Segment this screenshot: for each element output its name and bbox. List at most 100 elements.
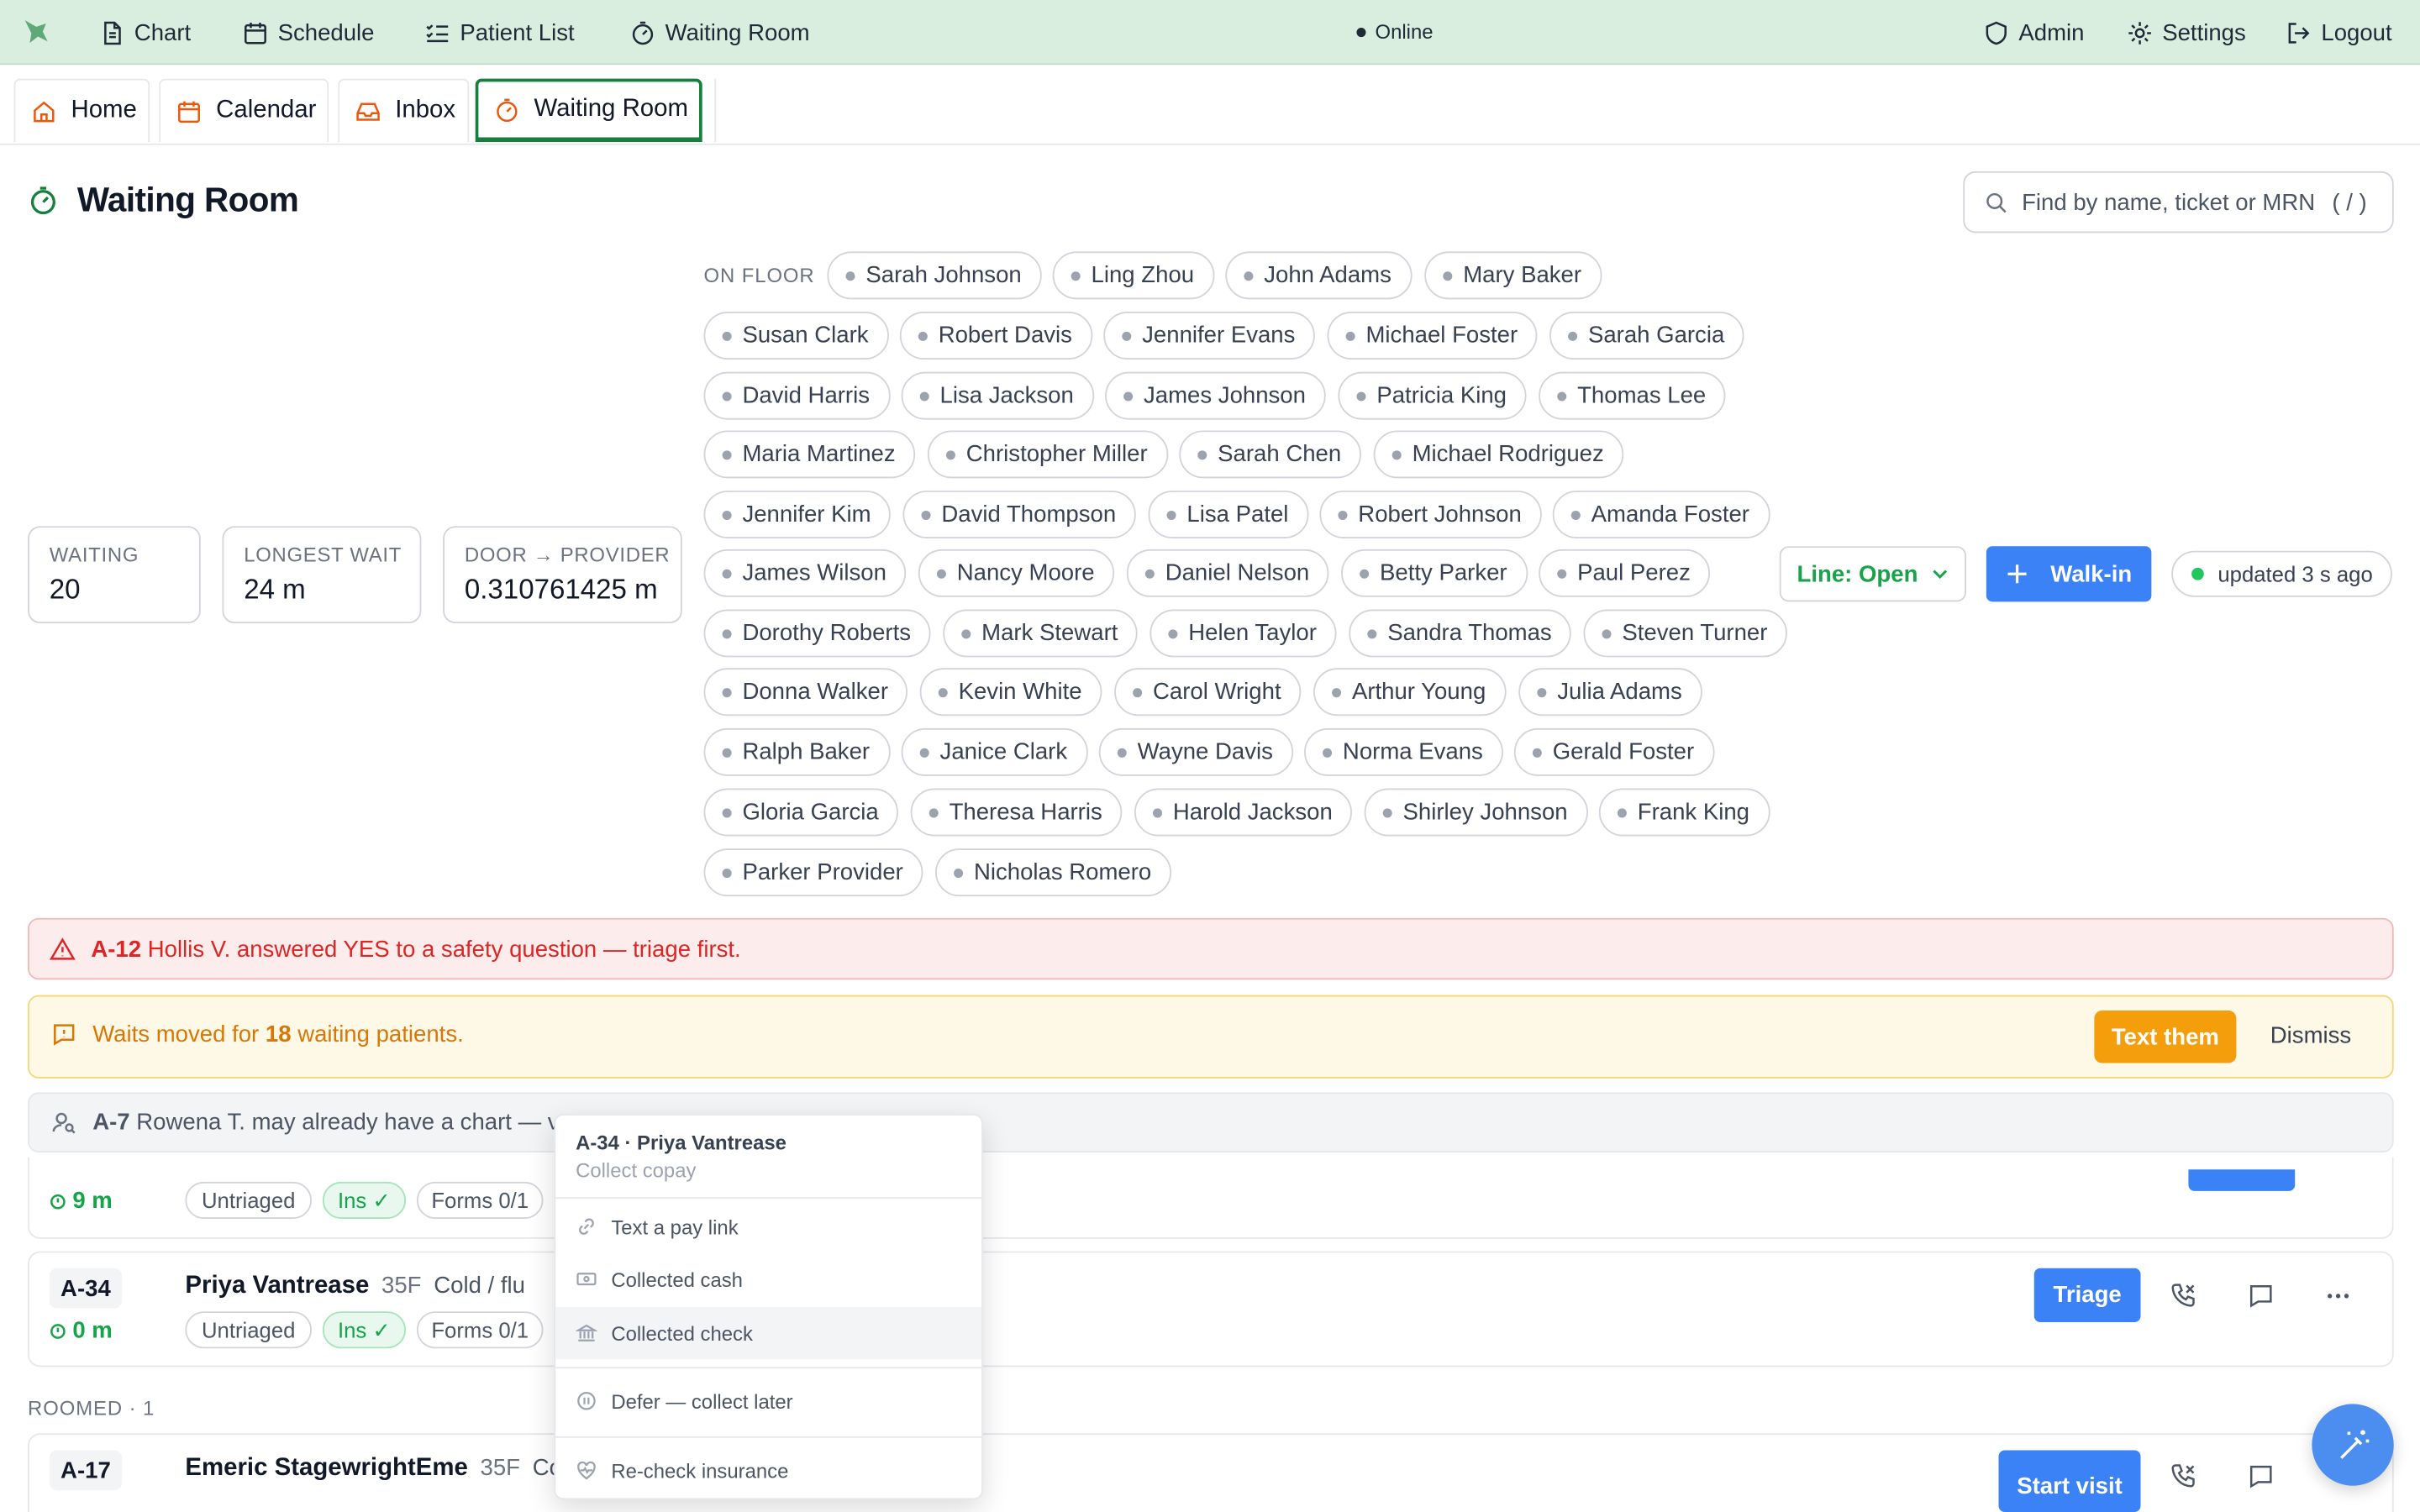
staff-chip[interactable]: James Johnson (1105, 371, 1326, 420)
app-logo-icon[interactable] (20, 15, 53, 46)
staff-chip[interactable]: David Thompson (902, 491, 1137, 539)
staff-chip[interactable]: Michael Foster (1327, 312, 1539, 360)
staff-chip[interactable]: Ralph Baker (703, 727, 890, 776)
nav-patient-list[interactable]: Patient List (424, 17, 575, 48)
staff-chip[interactable]: Jennifer Kim (703, 491, 892, 539)
staff-chip[interactable]: Christopher Miller (927, 430, 1168, 479)
staff-chip[interactable]: Lisa Patel (1148, 491, 1309, 539)
message-square-icon (54, 1024, 75, 1046)
nav-waiting-room[interactable]: Waiting Room (629, 17, 810, 48)
staff-chip[interactable]: Daniel Nelson (1126, 549, 1330, 597)
staff-chip[interactable]: Sarah Johnson (827, 251, 1042, 300)
staff-chip[interactable]: Norma Evans (1304, 727, 1503, 776)
staff-chip[interactable]: Janice Clark (901, 727, 1088, 776)
presence-dot (722, 568, 732, 578)
staff-chip[interactable]: Thomas Lee (1539, 371, 1727, 420)
presence-dot (945, 449, 955, 459)
staff-chip[interactable]: Maria Martinez (703, 430, 916, 479)
staff-chip[interactable]: Carol Wright (1114, 668, 1302, 717)
nav-settings[interactable]: Settings (2127, 17, 2246, 48)
nav-logout[interactable]: Logout (2286, 17, 2392, 48)
nav-schedule[interactable]: Schedule (242, 17, 375, 48)
staff-chip[interactable]: James Wilson (703, 549, 907, 597)
staff-chip[interactable]: Sandra Thomas (1349, 609, 1572, 658)
staff-chip[interactable]: John Adams (1225, 251, 1412, 300)
triage-button[interactable]: Triage (2033, 1268, 2141, 1323)
patient-name[interactable]: Priya Vantrease 35F Cold / flu (185, 1273, 525, 1300)
staff-chip[interactable]: Kevin White (919, 668, 1102, 717)
patient-name[interactable]: Emeric StagewrightEme 35F Col (185, 1455, 567, 1483)
staff-chip[interactable]: Mark Stewart (943, 609, 1139, 658)
queue-card[interactable]: 9 m Untriaged Ins ✓ Forms 0/1 (28, 1157, 2394, 1239)
menu-item-defer[interactable]: Defer — collect later (555, 1374, 981, 1426)
staff-chip[interactable]: Wayne Davis (1098, 727, 1293, 776)
tab-inbox[interactable]: Inbox (338, 78, 470, 142)
staff-chip[interactable]: Jennifer Evans (1103, 312, 1316, 360)
staff-chip[interactable]: Robert Davis (899, 312, 1092, 360)
phone-icon[interactable] (2170, 1282, 2197, 1310)
staff-chip[interactable]: Nancy Moore (918, 549, 1115, 597)
nav-chart[interactable]: Chart (99, 17, 191, 48)
staff-chip[interactable]: Theresa Harris (910, 788, 1123, 837)
action-button[interactable] (2188, 1169, 2296, 1191)
stat-door-to-provider: DOOR → PROVIDER 0.310761425 m (443, 526, 682, 624)
staff-chip[interactable]: David Harris (703, 371, 890, 420)
staff-chip[interactable]: Gloria Garcia (703, 788, 899, 837)
presence-dot (1532, 747, 1542, 757)
staff-chip[interactable]: Lisa Jackson (901, 371, 1094, 420)
menu-item-text-pay-link[interactable]: Text a pay link (555, 1200, 981, 1252)
staff-chip[interactable]: Nicholas Romero (935, 848, 1172, 897)
dismiss-button[interactable]: Dismiss (2270, 1023, 2351, 1049)
text-them-button[interactable]: Text them (2094, 1011, 2237, 1063)
menu-item-collected-check[interactable]: Collected check (555, 1306, 982, 1360)
staff-chip[interactable]: Harold Jackson (1134, 788, 1353, 837)
assistant-fab[interactable] (2312, 1404, 2394, 1486)
staff-chip[interactable]: Sarah Chen (1179, 430, 1362, 479)
staff-chip[interactable]: Julia Adams (1518, 668, 1702, 717)
on-floor-label: ON FLOOR (703, 264, 815, 287)
tab-home[interactable]: Home (13, 78, 150, 142)
staff-chip[interactable]: Dorothy Roberts (703, 609, 931, 658)
staff-chip[interactable]: Arthur Young (1313, 668, 1507, 717)
staff-chip[interactable]: Shirley Johnson (1364, 788, 1588, 837)
page-title-text: Waiting Room (76, 180, 299, 219)
staff-chip[interactable]: Michael Rodriguez (1373, 430, 1624, 479)
nav-admin[interactable]: Admin (1983, 17, 2085, 48)
line-status-dropdown[interactable]: Line: Open (1779, 546, 1966, 602)
waits-post: waiting patients. (297, 1021, 464, 1048)
staff-chip[interactable]: Mary Baker (1424, 251, 1602, 300)
staff-chip[interactable]: Helen Taylor (1150, 609, 1337, 658)
staff-chip[interactable]: Amanda Foster (1552, 491, 1770, 539)
staff-chip[interactable]: Robert Johnson (1319, 491, 1542, 539)
tab-waiting-room[interactable]: Waiting Room (475, 78, 702, 142)
staff-name: Betty Parker (1380, 559, 1507, 586)
staff-chip[interactable]: Paul Perez (1539, 549, 1711, 597)
staff-chip[interactable]: Ling Zhou (1052, 251, 1214, 300)
roomed-card[interactable]: A-17 Emeric StagewrightEme 35F Col Start v… (28, 1433, 2394, 1512)
start-visit-button[interactable]: Start visit (1998, 1450, 2141, 1512)
search-input[interactable]: Find by name, ticket or MRN ( / ) (1963, 171, 2394, 234)
staff-chip[interactable]: Patricia King (1338, 371, 1527, 420)
staff-chip[interactable]: Susan Clark (703, 312, 889, 360)
presence-dot (722, 391, 732, 401)
menu-item-collected-cash[interactable]: Collected cash (555, 1252, 981, 1305)
staff-chip[interactable]: Betty Parker (1341, 549, 1528, 597)
staff-chip[interactable]: Gerald Foster (1513, 727, 1715, 776)
staff-chip[interactable]: Frank King (1598, 788, 1770, 837)
staff-chip[interactable]: Parker Provider (703, 848, 923, 897)
staff-name: Dorothy Roberts (742, 620, 912, 647)
walk-in-button[interactable]: Walk-in (1986, 546, 2152, 602)
queue-card[interactable]: A-34 0 m Priya Vantrease 35F Cold / flu Un… (28, 1251, 2394, 1368)
staff-name: James Wilson (742, 559, 886, 586)
message-icon[interactable] (2247, 1462, 2275, 1490)
menu-item-recheck-insurance[interactable]: Re-check insurance (555, 1444, 981, 1496)
presence-dot (722, 687, 732, 697)
phone-icon[interactable] (2170, 1462, 2197, 1490)
more-options-icon[interactable] (2324, 1282, 2352, 1310)
safety-alert-text: A-12 Hollis V. answered YES to a safety … (91, 936, 740, 962)
staff-chip[interactable]: Donna Walker (703, 668, 908, 717)
staff-chip[interactable]: Steven Turner (1583, 609, 1788, 658)
message-icon[interactable] (2247, 1282, 2275, 1310)
staff-chip[interactable]: Sarah Garcia (1549, 312, 1745, 360)
tab-calendar[interactable]: Calendar (159, 78, 329, 142)
